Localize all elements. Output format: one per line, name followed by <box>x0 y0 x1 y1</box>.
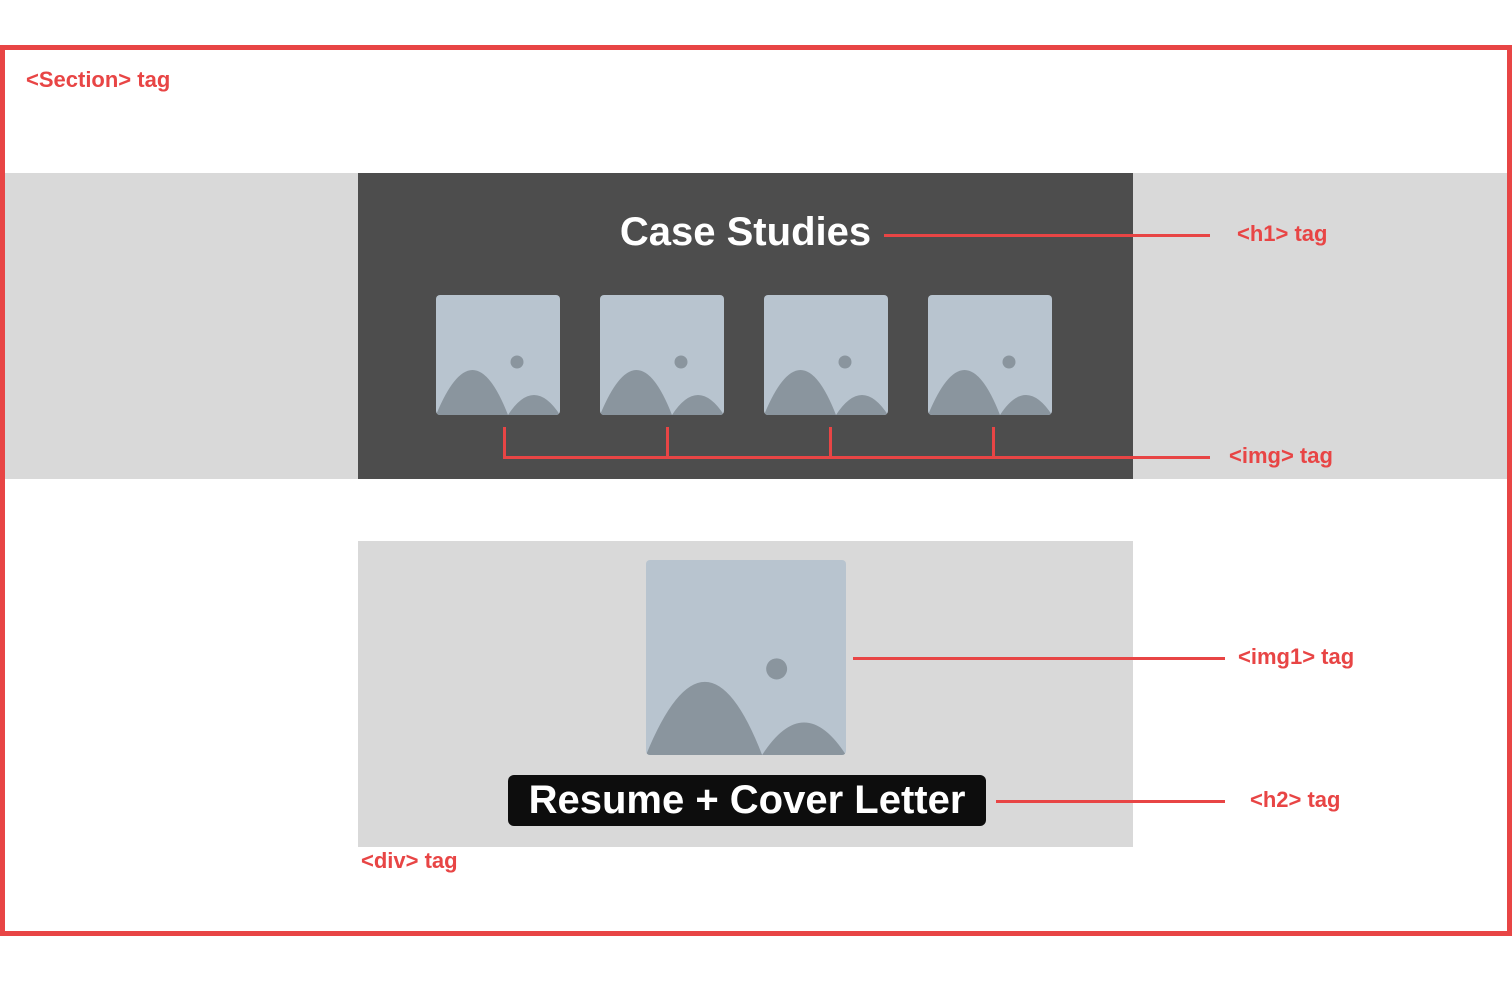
resume-heading: Resume + Cover Letter <box>508 775 986 826</box>
img-tag-label: <img> tag <box>1229 443 1333 468</box>
image-placeholder-icon <box>928 295 1052 415</box>
h1-tag-label: <h1> tag <box>1237 221 1328 246</box>
img1-connector-line <box>853 657 1225 660</box>
img-connector-tick <box>666 427 669 457</box>
image-placeholder-icon <box>436 295 560 415</box>
img-connector-tick <box>503 427 506 457</box>
div-tag-label: <div> tag <box>361 848 458 873</box>
img1-tag-label: <img1> tag <box>1238 644 1355 669</box>
img-connector-tick <box>829 427 832 457</box>
h1-connector-line <box>884 234 1210 237</box>
img-connector-tick <box>992 427 995 457</box>
section-tag-label: <Section> tag <box>26 67 171 92</box>
h2-tag-label: <h2> tag <box>1250 787 1341 812</box>
img-connector-line <box>503 456 1210 459</box>
image-placeholder-icon <box>600 295 724 415</box>
image-placeholder-icon <box>764 295 888 415</box>
case-studies-heading: Case Studies <box>619 210 872 254</box>
h2-connector-line <box>996 800 1225 803</box>
image-placeholder-icon <box>646 560 846 755</box>
